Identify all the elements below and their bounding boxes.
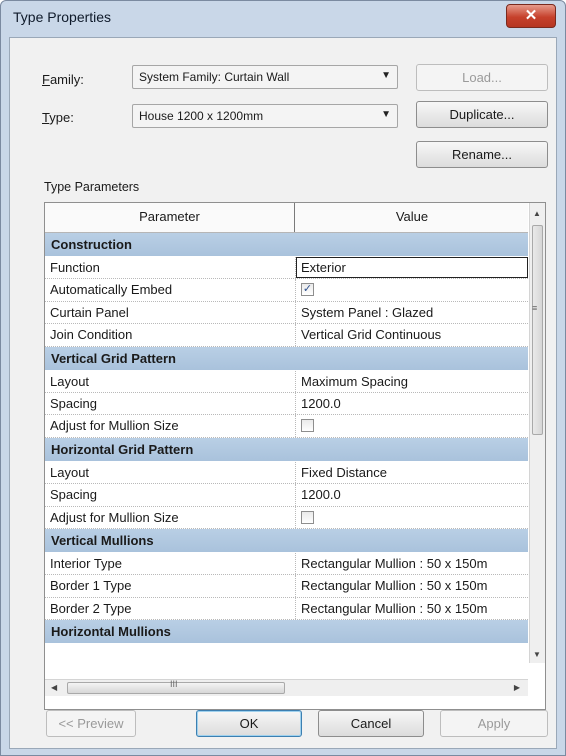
cancel-button[interactable]: Cancel [318,710,424,737]
column-header-value[interactable]: Value [296,203,528,232]
group-header-label: Horizontal Grid Pattern [51,441,194,457]
group-header-row[interactable]: Construction [45,233,528,257]
parameter-value[interactable]: 1200.0 [301,487,525,502]
column-divider [295,301,296,324]
type-parameters-label: Type Parameters [44,180,140,194]
group-header-label: Vertical Mullions [51,532,154,548]
family-label: Family: [42,72,84,87]
parameter-row[interactable]: Curtain Panel System Panel : Glazed [45,301,528,325]
parameter-row[interactable]: Spacing 1200.0 [45,392,528,416]
parameter-value[interactable]: 1200.0 [301,396,525,411]
grid-header: Parameter Value [45,203,528,233]
window-title: Type Properties [13,9,112,25]
column-divider [295,575,296,597]
title-bar: Type Properties ✕ [1,1,565,35]
parameter-name: Interior Type [50,555,123,571]
group-header-label: Vertical Grid Pattern [51,350,176,366]
parameter-name: Border 1 Type [50,578,132,594]
type-properties-window: Type Properties ✕ Family: System Family:… [0,0,566,756]
parameter-name: Spacing [50,487,97,503]
parameter-row[interactable]: Border 2 Type Rectangular Mullion : 50 x … [45,597,528,621]
close-button[interactable]: ✕ [506,4,556,28]
chevron-down-icon: ▼ [381,109,391,120]
group-header-label: Horizontal Mullions [51,624,171,640]
type-parameters-grid: Parameter Value Construction Function Exte… [44,202,546,710]
group-header-row[interactable]: Horizontal Grid Pattern [45,437,528,462]
parameter-row[interactable]: Join Condition Vertical Grid Continuous [45,324,528,347]
apply-button[interactable]: Apply [440,710,548,737]
column-divider [295,392,296,415]
value-checkbox[interactable] [301,419,314,433]
parameter-row[interactable]: Adjust for Mullion Size [45,506,528,529]
parameter-name: Layout [50,464,90,480]
column-divider [295,461,296,484]
close-icon: ✕ [524,7,538,24]
parameter-row[interactable]: Adjust for Mullion Size [45,415,528,438]
parameter-value[interactable]: Rectangular Mullion : 50 x 150m [301,556,525,571]
parameter-row[interactable]: Function Exterior [45,257,528,280]
column-divider [295,484,296,506]
parameter-name: Spacing [50,395,97,411]
parameter-row[interactable]: Automatically Embed ✓ [45,279,528,302]
parameter-value[interactable]: Fixed Distance [301,465,525,480]
checkmark-icon: ✓ [302,283,313,296]
parameter-name: Function [50,260,100,275]
type-dropdown[interactable]: House 1200 x 1200mm ▼ [132,104,398,128]
scroll-down-icon[interactable]: ▼ [533,650,541,659]
scroll-up-icon[interactable]: ▲ [533,209,541,218]
parameter-name: Adjust for Mullion Size [50,418,179,434]
parameter-value[interactable]: Exterior [301,260,525,275]
parameter-value[interactable]: System Panel : Glazed [301,305,525,320]
column-divider [295,597,296,620]
column-divider [295,552,296,575]
parameter-name: Layout [50,373,90,389]
parameter-name: Curtain Panel [50,304,129,320]
preview-button[interactable]: << Preview [46,710,136,737]
ok-button[interactable]: OK [196,710,302,737]
grid-rows: Construction Function Exterior Automaticall… [45,233,528,663]
rename-button[interactable]: Rename... [416,141,548,168]
parameter-row[interactable]: Layout Maximum Spacing [45,370,528,393]
parameter-row[interactable]: Spacing 1200.0 [45,484,528,507]
parameter-row[interactable]: Border 1 Type Rectangular Mullion : 50 x … [45,575,528,598]
column-divider [295,415,296,437]
parameter-row[interactable]: Interior Type Rectangular Mullion : 50 x … [45,552,528,576]
group-header-row[interactable]: Vertical Mullions [45,528,528,553]
chevron-down-icon: ▼ [381,70,391,81]
value-checkbox[interactable]: ✓ [301,283,314,297]
group-header-label: Construction [51,237,132,252]
group-header-row[interactable]: Vertical Grid Pattern [45,346,528,371]
grip-icon: III [170,679,178,689]
grip-icon: ≡ [532,303,538,313]
vertical-scrollbar[interactable]: ▲ ≡ ▼ [529,203,545,663]
parameter-name: Border 2 Type [50,600,132,616]
parameter-value[interactable]: Rectangular Mullion : 50 x 150m [301,601,525,616]
type-dropdown-value: House 1200 x 1200mm [139,109,264,123]
column-divider [295,506,296,528]
column-divider [295,324,296,346]
family-dropdown-value: System Family: Curtain Wall [139,70,290,84]
horizontal-scrollbar[interactable]: ◀ III ▶ [45,679,528,696]
vertical-scroll-thumb[interactable] [532,225,543,435]
group-header-row[interactable]: Horizontal Mullions [45,620,528,645]
column-header-parameter[interactable]: Parameter [45,203,295,232]
duplicate-button[interactable]: Duplicate... [416,101,548,128]
value-checkbox[interactable] [301,510,314,524]
load-button[interactable]: Load... [416,64,548,91]
type-label: Type: [42,110,74,125]
parameter-value[interactable]: Maximum Spacing [301,374,525,389]
parameter-name: Join Condition [50,327,133,343]
parameter-row[interactable]: Layout Fixed Distance [45,461,528,485]
parameter-value[interactable]: Rectangular Mullion : 50 x 150m [301,578,525,593]
parameter-name: Adjust for Mullion Size [50,509,179,525]
parameter-name: Automatically Embed [50,282,173,298]
family-dropdown[interactable]: System Family: Curtain Wall ▼ [132,65,398,89]
column-divider [295,370,296,392]
scroll-left-icon[interactable]: ◀ [51,683,57,692]
parameter-value[interactable]: Vertical Grid Continuous [301,327,525,342]
scroll-right-icon[interactable]: ▶ [514,683,520,692]
column-divider [295,279,296,301]
dialog-client-area: Family: System Family: Curtain Wall ▼ Lo… [9,37,557,749]
